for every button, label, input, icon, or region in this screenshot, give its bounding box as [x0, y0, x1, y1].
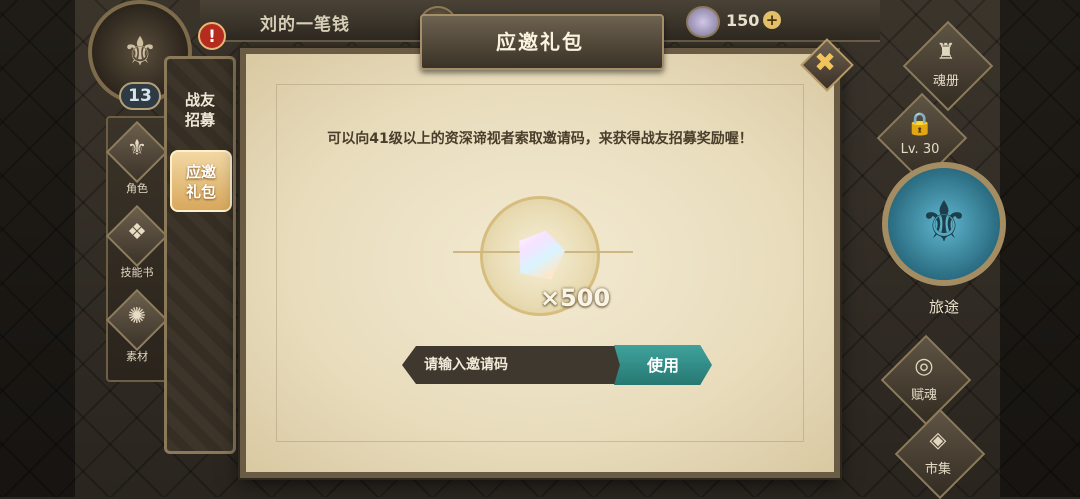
nav-item-role[interactable]: ⚜ 角色 [105, 120, 169, 202]
journey-label: 旅途 [928, 298, 959, 316]
tab-recruit-label: 战友 招募 [184, 91, 215, 129]
soul-book-label: 魂册 [932, 74, 959, 89]
right-shade [1000, 0, 1080, 497]
nav-label: 技能书 [120, 266, 154, 279]
left-shade [0, 0, 75, 497]
material-icon: ✺ [127, 304, 147, 329]
role-icon: ⚜ [127, 136, 147, 161]
talent-label: 赋魂 [910, 388, 937, 403]
nav-item-material[interactable]: ✺ 素材 [105, 288, 169, 370]
helmet-icon: ♜ [936, 40, 956, 65]
player-name: 刘的一笔钱 [260, 15, 350, 35]
diamond-frame [894, 408, 986, 499]
dialog-title: 应邀礼包 [496, 30, 584, 54]
use-button[interactable]: 使用 [614, 345, 712, 385]
dialog-description: 可以向41级以上的资深谛视者索取邀请码，来获得战友招募奖励喔！ [327, 131, 753, 147]
swirl-icon: ◎ [914, 354, 934, 379]
locked-level-label: Lv. 30 [900, 142, 940, 157]
market-button[interactable]: ◈ 市集 [894, 408, 986, 499]
add-gem-button[interactable]: + [763, 11, 781, 29]
crest-icon: ⚜ [122, 29, 158, 75]
left-nav: ⚜ 角色 ❖ 技能书 ✺ 素材 [105, 116, 169, 382]
tab-invite-gift[interactable]: 应邀 礼包 [170, 150, 232, 212]
close-button[interactable]: ✖ [800, 38, 854, 92]
close-icon: ✖ [814, 48, 836, 78]
gem-count: 150 [726, 11, 760, 30]
gem-icon [686, 6, 720, 38]
nav-label: 角色 [126, 182, 148, 195]
player-level: 13 [119, 82, 161, 110]
talent-button[interactable]: ◎ 赋魂 [880, 334, 972, 426]
journey-emblem-icon: ⚜ [918, 190, 970, 255]
alert-badge: ! [198, 22, 226, 50]
reward-quantity: ×500 [540, 284, 611, 312]
tab-invite-label: 应邀 礼包 [185, 163, 216, 201]
market-label: 市集 [924, 462, 951, 477]
crystal-icon: ◈ [929, 428, 947, 453]
nav-label: 素材 [126, 350, 148, 363]
tab-recruit[interactable]: 战友 招募 [170, 78, 230, 138]
skill-book-icon: ❖ [127, 220, 147, 245]
nav-item-skill-book[interactable]: ❖ 技能书 [105, 204, 169, 286]
lock-icon: 🔒 [906, 112, 934, 137]
